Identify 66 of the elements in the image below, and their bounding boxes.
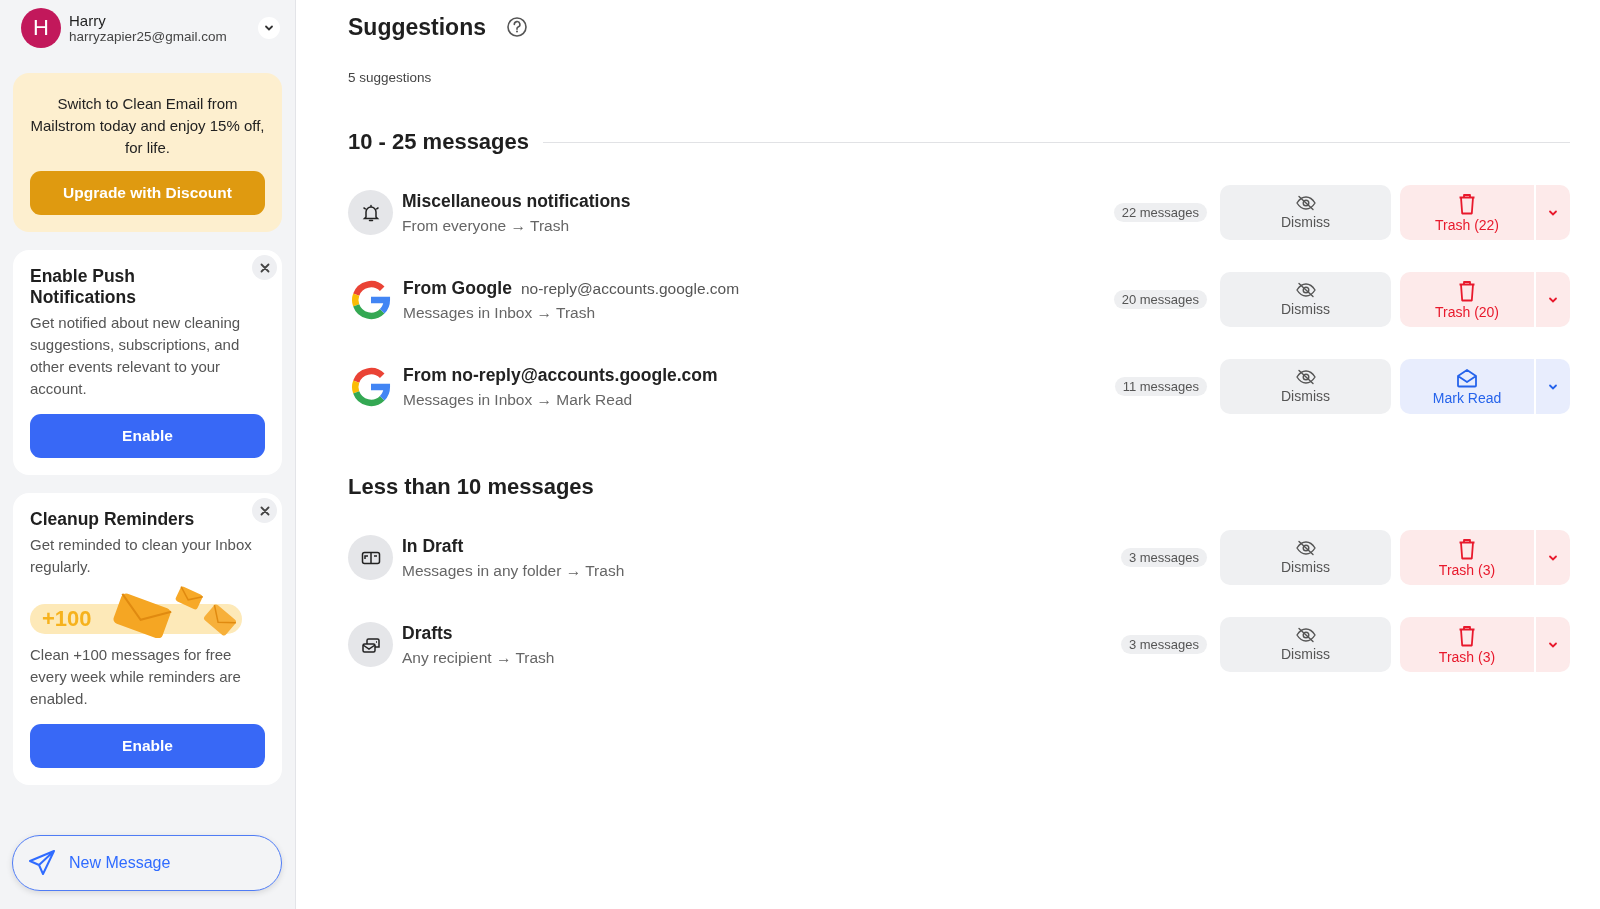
- dismiss-button[interactable]: Dismiss: [1220, 359, 1391, 414]
- eye-slash-icon: [1294, 369, 1317, 385]
- promo-text: Switch to Clean Email from Mailstrom today and enjoy 15% off, for life.: [30, 94, 265, 158]
- dismiss-button[interactable]: Dismiss: [1220, 272, 1391, 327]
- eye-slash-icon: [1294, 627, 1317, 643]
- mark-read-button[interactable]: Mark Read: [1400, 359, 1534, 414]
- card-title: Enable Push Notifications: [30, 266, 137, 308]
- suggestion-title: In Draft: [402, 535, 464, 557]
- card-text: Get notified about new cleaning suggestions, subscriptions, and other events relevant to your account.: [30, 313, 242, 399]
- upgrade-button[interactable]: Upgrade with Discount: [30, 171, 265, 215]
- trash-icon: [1458, 192, 1476, 215]
- trash-button[interactable]: Trash (3): [1400, 617, 1534, 672]
- group-heading: 10 - 25 messages: [348, 129, 530, 155]
- card-title: Cleanup Reminders: [30, 509, 196, 530]
- suggestion-rule: From everyone → Trash: [402, 216, 571, 235]
- new-message-button[interactable]: New Message: [12, 835, 282, 891]
- more-options-button[interactable]: [1536, 272, 1570, 327]
- close-icon: [259, 262, 270, 273]
- trash-icon: [1458, 537, 1476, 560]
- dismiss-button[interactable]: Dismiss: [1220, 530, 1391, 585]
- eye-slash-icon: [1294, 195, 1317, 211]
- dismiss-button[interactable]: Dismiss: [1220, 185, 1391, 240]
- suggestion-rule: Messages in Inbox → Mark Read: [403, 390, 634, 409]
- trash-icon: [1458, 624, 1476, 647]
- trash-button[interactable]: Trash (22): [1400, 185, 1534, 240]
- page-title: Suggestions: [348, 13, 486, 41]
- account-menu-button[interactable]: [258, 17, 280, 39]
- trash-button[interactable]: Trash (3): [1400, 530, 1534, 585]
- suggestion-count: 5 suggestions: [348, 70, 433, 85]
- message-count: 3 messages: [1120, 548, 1207, 567]
- help-icon[interactable]: [506, 16, 528, 38]
- sender-address: no-reply@accounts.google.com: [520, 279, 740, 298]
- message-count: 20 messages: [1113, 290, 1207, 309]
- trash-button[interactable]: Trash (20): [1400, 272, 1534, 327]
- reward-amount: +100: [42, 606, 92, 632]
- account-name: Harry: [69, 12, 107, 29]
- card-text: Clean +100 messages for free every week while reminders are enabled.: [30, 645, 242, 709]
- account-email: harryzapier25@gmail.com: [69, 29, 228, 44]
- close-button[interactable]: [252, 255, 277, 280]
- suggestion-rule: Messages in Inbox → Trash: [403, 303, 597, 322]
- close-icon: [259, 505, 270, 516]
- message-count: 11 messages: [1114, 377, 1207, 396]
- more-options-button[interactable]: [1536, 530, 1570, 585]
- dismiss-button[interactable]: Dismiss: [1220, 617, 1391, 672]
- avatar: H: [21, 8, 61, 48]
- trash-icon: [1458, 279, 1476, 302]
- group-heading: Less than 10 messages: [348, 474, 594, 500]
- suggestion-title: From Google: [403, 277, 512, 299]
- eye-slash-icon: [1294, 282, 1317, 298]
- message-count: 22 messages: [1113, 203, 1207, 222]
- card-text: Get reminded to clean your Inbox regularly.: [30, 535, 253, 577]
- suggestion-rule: Messages in any folder → Trash: [402, 561, 626, 580]
- enable-button[interactable]: Enable: [30, 724, 265, 768]
- suggestion-title: From no-reply@accounts.google.com: [403, 364, 718, 386]
- more-options-button[interactable]: [1536, 617, 1570, 672]
- message-count: 3 messages: [1120, 635, 1207, 654]
- suggestion-title: Miscellaneous notifications: [402, 190, 631, 212]
- suggestion-rule: Any recipient → Trash: [402, 648, 556, 667]
- more-options-button[interactable]: [1536, 185, 1570, 240]
- close-button[interactable]: [252, 498, 277, 523]
- more-options-button[interactable]: [1536, 359, 1570, 414]
- enable-button[interactable]: Enable: [30, 414, 265, 458]
- paper-plane-icon: [27, 848, 57, 878]
- open-envelope-icon: [1456, 367, 1478, 388]
- suggestion-title: Drafts: [402, 622, 453, 644]
- eye-slash-icon: [1294, 540, 1317, 556]
